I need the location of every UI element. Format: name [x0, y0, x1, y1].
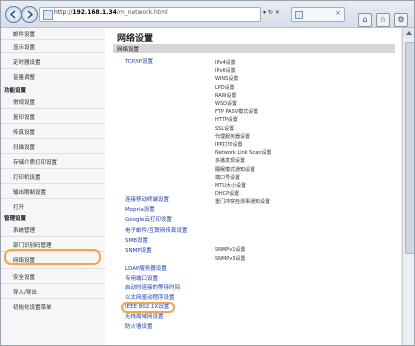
sidebar-item-printer[interactable]: 打印机设置 — [13, 173, 41, 181]
tcpip-subitem: SSL设置 — [215, 125, 235, 132]
network-link-item[interactable]: 以太网驱动程序设置 — [125, 293, 175, 301]
sidebar-item-general[interactable]: 常规设置 — [13, 98, 35, 106]
settings-gear-icon[interactable]: ⚙ — [394, 13, 408, 27]
tcpip-subitem: IPv4设置 — [215, 60, 236, 66]
page-icon — [43, 10, 53, 20]
network-link-item[interactable]: Google云打印设置 — [125, 215, 172, 223]
tcpip-subitem: 重门冲突检测事通知设置 — [215, 199, 271, 206]
home-icon[interactable]: ⌂ — [358, 13, 372, 27]
tcpip-subitem: 端口号设置 — [215, 174, 241, 181]
network-link-item[interactable]: 连接移动终端设置 — [125, 195, 169, 203]
network-link-item[interactable]: 无线局域网设置 — [125, 312, 164, 320]
tcpip-subitem: Network Link Scan设置 — [215, 150, 272, 157]
address-actions[interactable]: ▾ ↻ ✕ — [263, 9, 280, 16]
sidebar-item-system[interactable]: 系统管理 — [13, 226, 35, 234]
tcpip-subitem: RAW设置 — [215, 92, 237, 99]
sidebar-item-output-limit[interactable]: 输出限制设置 — [13, 188, 46, 196]
back-button[interactable] — [5, 6, 22, 23]
vertical-scrollbar[interactable] — [402, 28, 414, 345]
tcpip-subitem: 代理服务器设置 — [215, 133, 251, 140]
network-link-item[interactable]: SMB设置 — [125, 236, 148, 244]
network-link-item[interactable]: 电子邮件/互联网传真设置 — [125, 226, 187, 234]
snmp-sub-v1: SNMPv1设置 — [215, 247, 246, 253]
sidebar-item-timer[interactable]: 定时器设置 — [13, 58, 41, 66]
scroll-thumb[interactable] — [405, 42, 414, 254]
section-header: 网络设置 — [113, 44, 395, 53]
back-arrow-icon — [9, 10, 16, 19]
browser-controls: ⌂ ☆ ⚙ — [354, 7, 408, 27]
tcpip-subitem: LPD设置 — [215, 84, 235, 91]
main-content: 网络设置 网络设置 TCP/IP设置 IPv4设置 IPv6设置 WINS设置 LPD… — [105, 28, 401, 345]
page-title: 网络设置 — [117, 34, 154, 44]
ieee-8021x-highlight — [121, 302, 175, 313]
sidebar-item-import-export[interactable]: 导入/导出 — [13, 288, 37, 296]
tcpip-subitem: MTU大小设置 — [215, 183, 247, 189]
sidebar-item-volume[interactable]: 音量调整 — [13, 73, 35, 81]
sidebar-item-mail[interactable]: 邮件设置 — [13, 30, 35, 38]
sidebar-item-display[interactable]: 显示设置 — [13, 43, 35, 51]
forward-arrow-icon — [27, 10, 34, 19]
scroll-up-button[interactable] — [403, 28, 414, 38]
favorites-icon[interactable]: ☆ — [376, 13, 390, 27]
sidebar-item-initialize[interactable]: 初始化设置菜单 — [13, 303, 52, 311]
forward-button[interactable] — [21, 6, 38, 23]
tcpip-subitem: IPv6设置 — [215, 68, 236, 75]
sidebar-item-open[interactable]: 打开 — [13, 203, 24, 211]
url-text: http://192.168.1.34/m_network.html — [54, 9, 168, 16]
address-bar[interactable]: http://192.168.1.34/m_network.html — [39, 7, 261, 22]
link-tcpip[interactable]: TCP/IP设置 — [125, 57, 153, 65]
tcpip-subitem: 多播发现设置 — [215, 158, 246, 165]
network-link-item[interactable]: 专用端口设置 — [125, 274, 158, 282]
sidebar-item-scan[interactable]: 扫描设置 — [13, 143, 35, 151]
tcpip-subitem: 睡眠模式通知设置 — [215, 166, 256, 173]
tab-close-icon[interactable]: × — [335, 9, 341, 17]
network-link-item[interactable]: 启动时连接的等待时间 — [125, 283, 180, 291]
network-link-item[interactable]: 防火墙设置 — [125, 322, 153, 330]
sidebar: 邮件设置 显示设置 定时器设置 音量调整 功能设置 常规设置 复印设置 传真设置… — [1, 28, 105, 345]
sidebar-item-media-print[interactable]: 存储介质打印设置 — [13, 158, 57, 166]
tcpip-subitem: FTP PASV模式设置 — [215, 109, 259, 116]
sidebar-group-function: 功能设置 — [4, 88, 27, 94]
sidebar-item-fax[interactable]: 传真设置 — [13, 128, 35, 136]
browser-toolbar: http://192.168.1.34/m_network.html ▾ ↻ ✕… — [1, 1, 414, 28]
link-snmp[interactable]: SNMP设置 — [125, 246, 152, 254]
tcpip-subitem: HTTP设置 — [215, 117, 238, 124]
tcpip-subitem: WINS设置 — [215, 76, 239, 83]
tcpip-subitem: WSD设置 — [215, 101, 237, 107]
network-link-item[interactable]: LDAP服务器设置 — [125, 264, 167, 272]
sidebar-item-department-id[interactable]: 部门识别码管理 — [13, 241, 52, 249]
tcpip-subitem: DHCP设置 — [215, 191, 240, 198]
snmp-sub-v3: SNMPv3设置 — [215, 256, 246, 262]
tab-page-icon — [295, 11, 303, 19]
sidebar-group-management: 管理设置 — [4, 216, 27, 222]
sidebar-item-security[interactable]: 安全设置 — [13, 273, 35, 281]
tcpip-subitem: IPP打印设置 — [215, 142, 243, 148]
network-link-item[interactable]: Mopria设置 — [125, 205, 155, 213]
network-settings-highlight — [4, 249, 101, 265]
up-arrow-icon — [406, 31, 412, 35]
browser-tab[interactable]: × — [291, 7, 345, 22]
sidebar-item-copy[interactable]: 复印设置 — [13, 113, 35, 121]
browser-window: http://192.168.1.34/m_network.html ▾ ↻ ✕… — [0, 0, 415, 346]
